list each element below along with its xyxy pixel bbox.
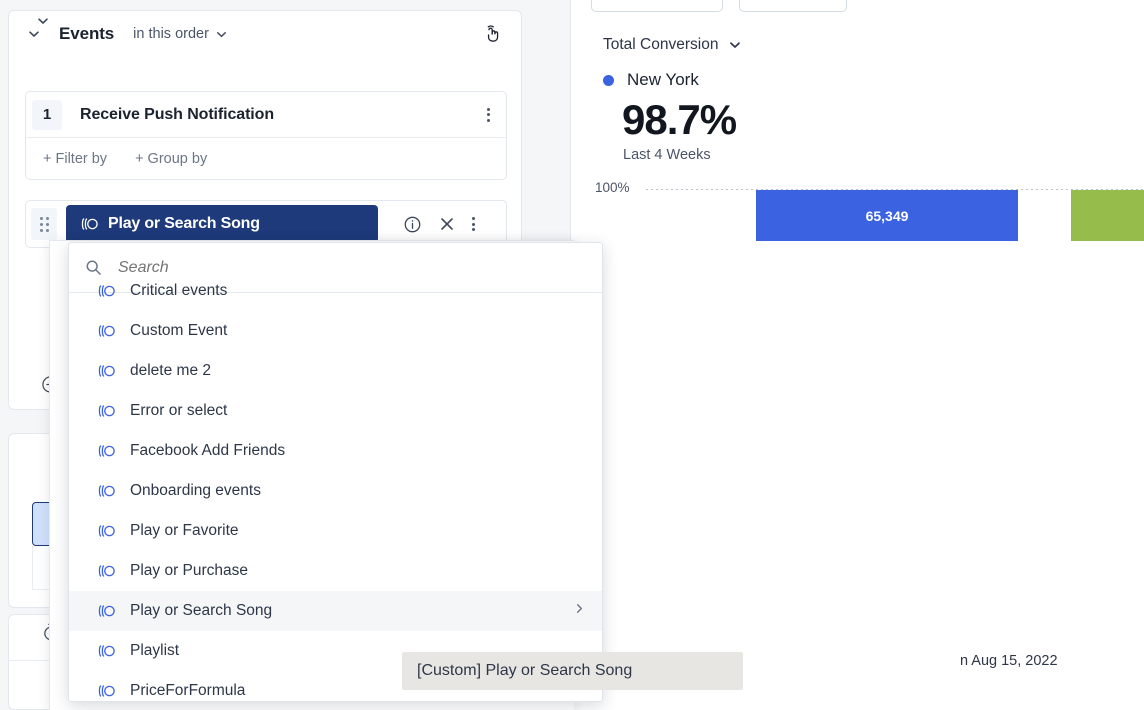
chart-bar-green[interactable] [1071, 190, 1144, 241]
events-panel-title: Events [59, 24, 114, 44]
custom-event-icon [97, 283, 116, 299]
events-header: Events in this order [9, 11, 521, 57]
dropdown-item-label: Play or Search Song [130, 602, 272, 620]
add-filter-button[interactable]: + Filter by [43, 151, 107, 167]
right-column: Total Conversion New York 98.7% Last 4 W… [570, 0, 1144, 710]
chevron-down-icon [215, 28, 228, 41]
metric-select[interactable]: Total Conversion [603, 36, 742, 54]
dropdown-item[interactable]: Critical events [69, 271, 602, 311]
step-filter-row: + Filter by + Group by [26, 137, 506, 179]
dropdown-item[interactable]: Facebook Add Friends [69, 431, 602, 471]
custom-event-icon [97, 603, 116, 619]
selected-event-chip-label: Play or Search Song [108, 215, 260, 233]
event-step-1: 1 Receive Push Notification + Filter by … [25, 91, 507, 180]
dropdown-item[interactable]: delete me 2 [69, 351, 602, 391]
legend-label: New York [627, 70, 699, 90]
dropdown-item-label: Playlist [130, 642, 179, 660]
drag-handle-icon[interactable] [31, 208, 57, 240]
dropdown-item-label: delete me 2 [130, 362, 211, 380]
toolbar-pill-2[interactable] [739, 0, 847, 12]
custom-event-icon [97, 643, 116, 659]
conversion-value: 98.7% [622, 96, 736, 144]
dropdown-item-label: Facebook Add Friends [130, 442, 285, 460]
close-x-icon[interactable] [438, 215, 456, 233]
custom-event-icon [97, 323, 116, 339]
custom-event-icon [97, 563, 116, 579]
chip-kebab-menu-icon[interactable] [472, 217, 475, 231]
dropdown-item-label: Custom Event [130, 322, 227, 340]
info-circle-icon[interactable] [403, 215, 422, 234]
dropdown-item-label: Play or Favorite [130, 522, 239, 540]
dropdown-item-label: Critical events [130, 282, 227, 300]
dropdown-item[interactable]: Play or Search Song [69, 591, 602, 631]
conversion-range-label: Last 4 Weeks [623, 147, 711, 163]
chart-bar-blue[interactable]: 65,349 [756, 190, 1018, 241]
hover-tooltip: [Custom] Play or Search Song [402, 652, 743, 690]
kebab-menu-icon[interactable] [487, 108, 490, 122]
dropdown-item[interactable]: Custom Event [69, 311, 602, 351]
dropdown-item-label: Play or Purchase [130, 562, 248, 580]
dropdown-item-label: Onboarding events [130, 482, 261, 500]
event-order-select[interactable]: in this order [133, 26, 228, 42]
chip-actions [403, 215, 491, 234]
dropdown-item[interactable]: Error or select [69, 391, 602, 431]
chevron-right-icon [573, 602, 586, 620]
event-order-label: in this order [133, 26, 209, 42]
dropdown-item[interactable]: Onboarding events [69, 471, 602, 511]
custom-event-icon [97, 523, 116, 539]
app-root: Events in this order 1 Re [0, 0, 1144, 710]
dropdown-item[interactable]: Play or Favorite [69, 511, 602, 551]
add-groupby-button[interactable]: + Group by [135, 151, 207, 167]
custom-event-icon [80, 216, 99, 232]
legend-color-dot [603, 75, 614, 86]
chart-y-axis-label: 100% [595, 180, 630, 195]
step-event-name[interactable]: Receive Push Notification [80, 106, 274, 124]
custom-event-icon [97, 443, 116, 459]
chart-legend: New York [603, 70, 699, 90]
toolbar-pill-1[interactable] [591, 0, 723, 12]
dropdown-item-list: Critical events Custom Event delete me 2 Er… [69, 271, 602, 702]
custom-event-icon [97, 363, 116, 379]
metric-select-label: Total Conversion [603, 36, 718, 54]
footer-date: n Aug 15, 2022 [960, 653, 1058, 669]
dropdown-item-label: Error or select [130, 402, 227, 420]
secondary-card-chevron-icon[interactable] [36, 14, 50, 33]
dropdown-item[interactable]: Play or Purchase [69, 551, 602, 591]
hand-pointer-icon[interactable] [482, 24, 503, 45]
funnel-chart: 100% 65,349 [571, 175, 1144, 240]
chevron-down-icon [728, 38, 742, 52]
tooltip-text: [Custom] Play or Search Song [417, 662, 632, 680]
event-picker-dropdown: Critical events Custom Event delete me 2 Er… [68, 242, 603, 702]
custom-event-icon [97, 683, 116, 699]
custom-event-icon [97, 483, 116, 499]
top-toolbar [571, 0, 1144, 14]
step-number-badge: 1 [32, 100, 62, 130]
dropdown-item-label: PriceForFormula [130, 682, 245, 700]
custom-event-icon [97, 403, 116, 419]
step-header-row: 1 Receive Push Notification [26, 92, 506, 137]
selected-event-chip[interactable]: Play or Search Song [66, 205, 378, 243]
